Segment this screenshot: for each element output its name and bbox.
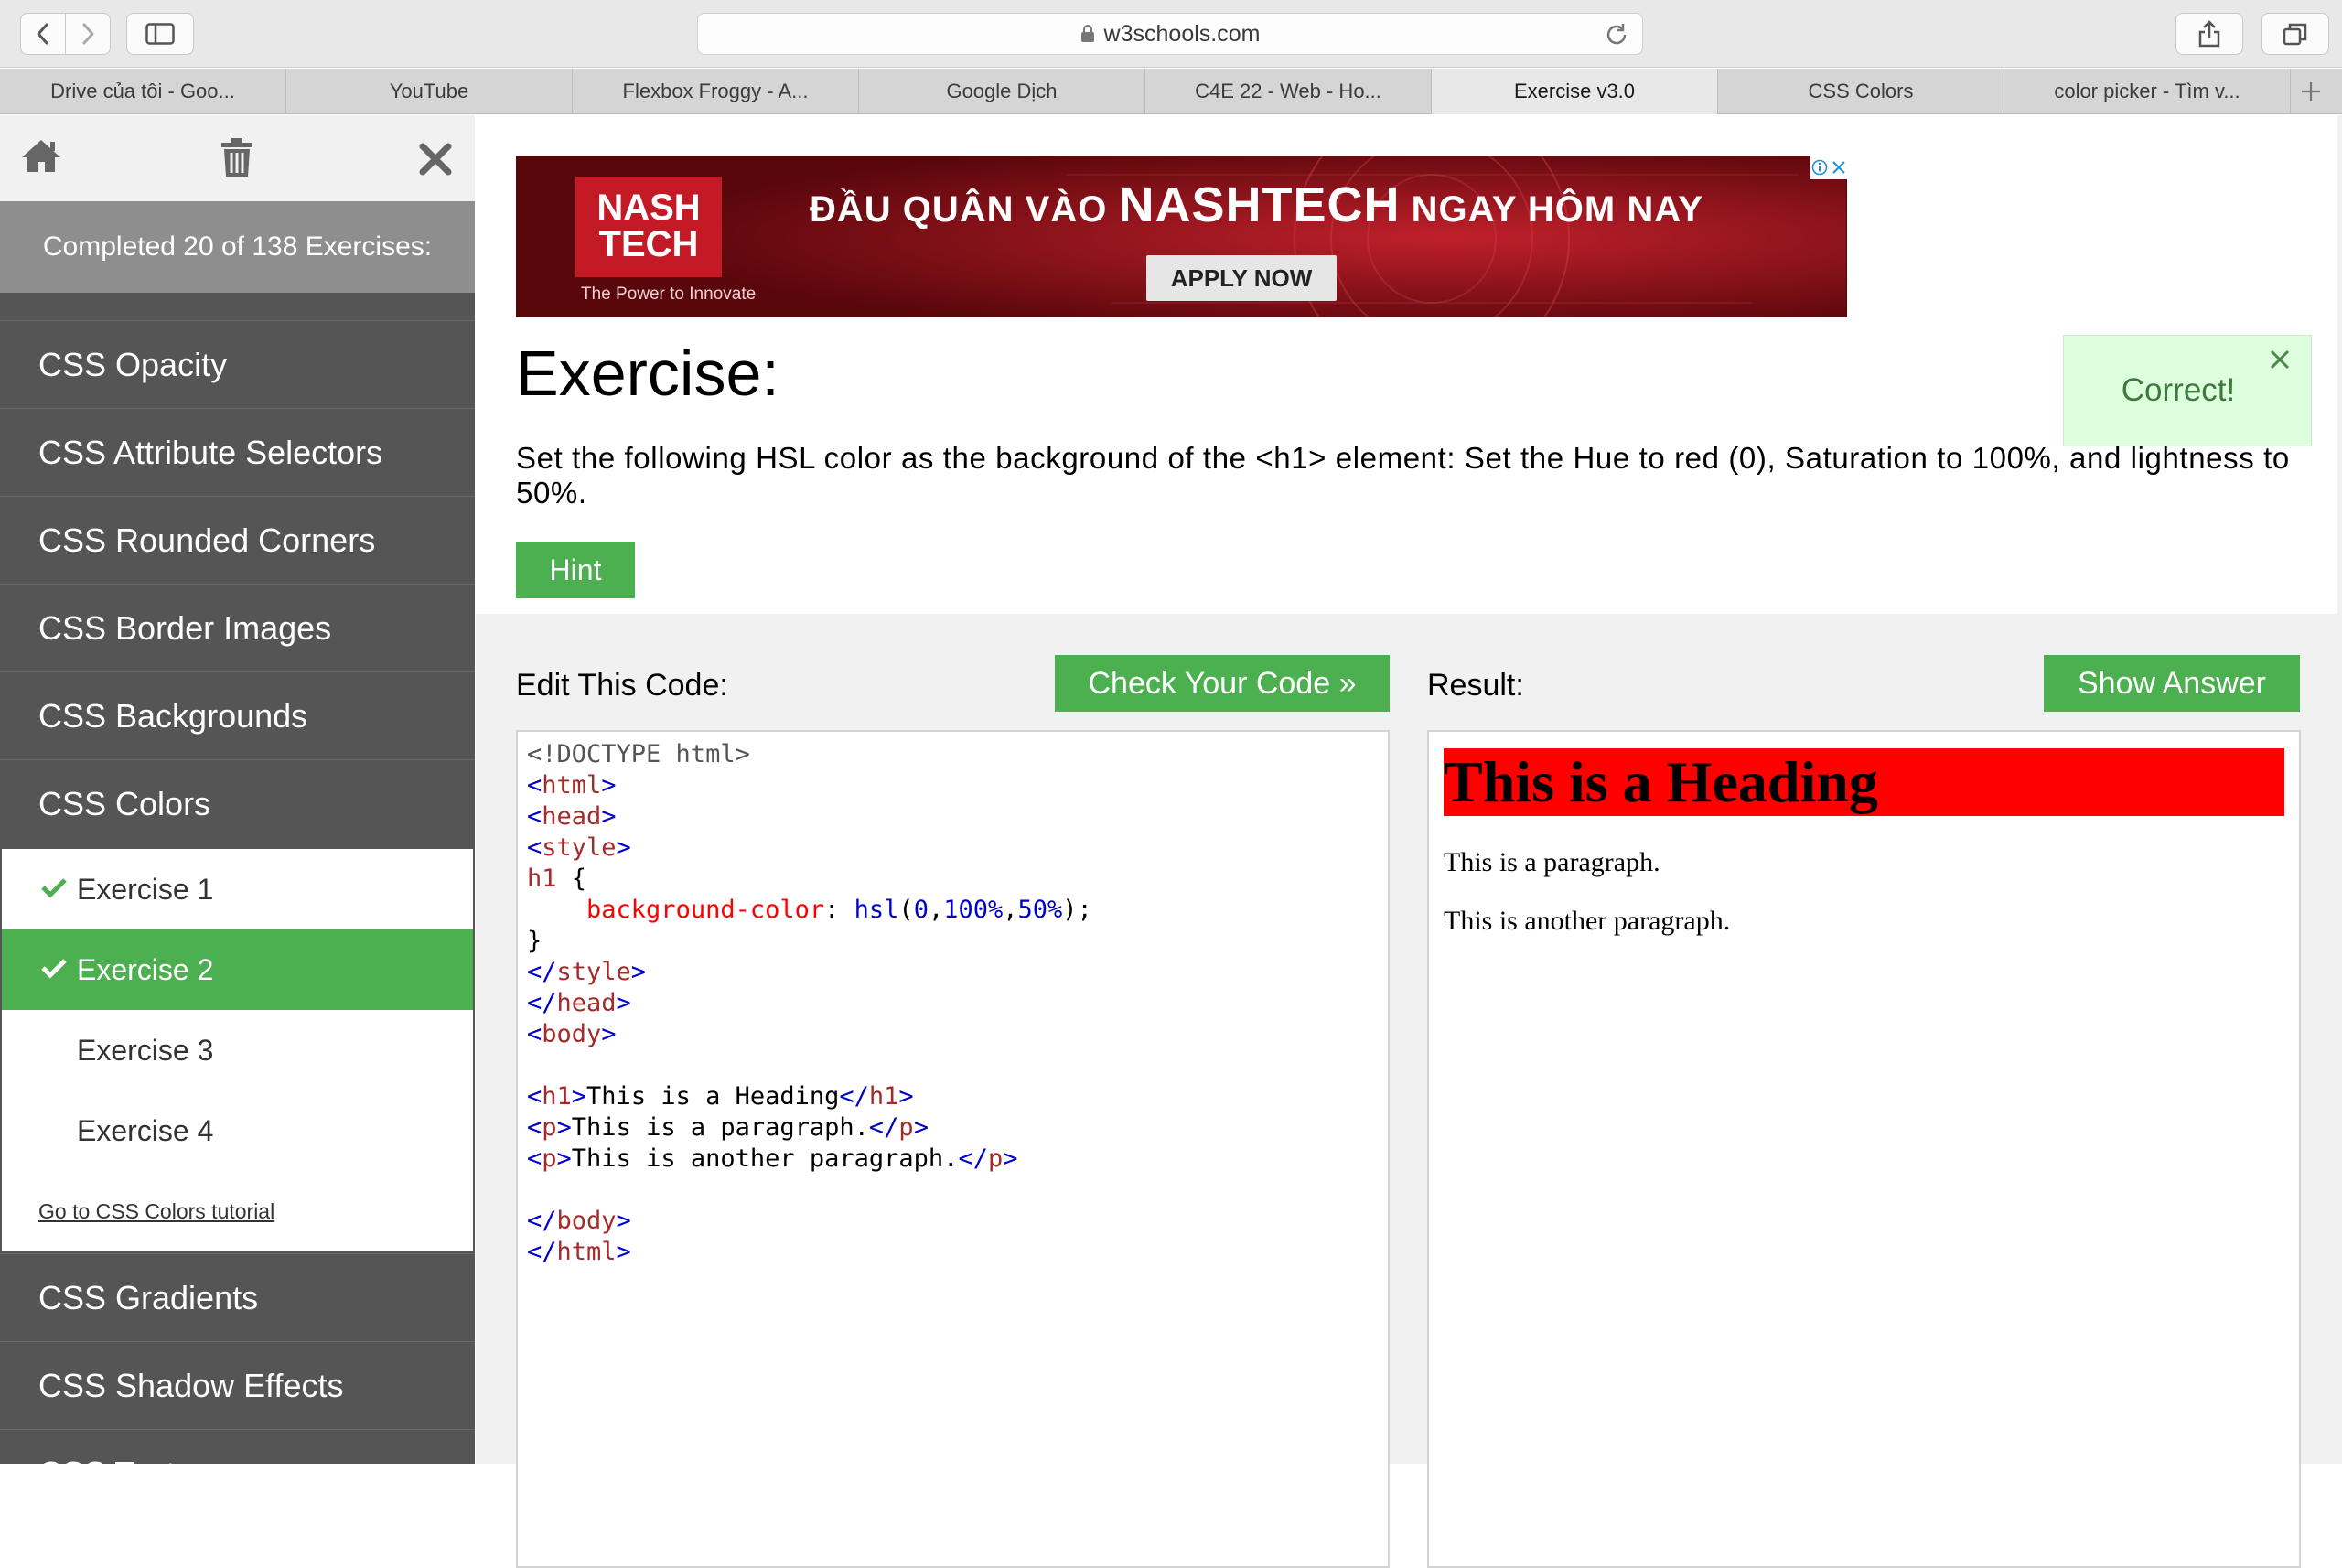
browser-toolbar: w3schools.com	[0, 0, 2342, 68]
hint-button[interactable]: Hint	[516, 542, 635, 598]
code-saturation: 100%	[943, 896, 1004, 924]
home-icon[interactable]	[20, 137, 62, 174]
show-tabs-button[interactable]	[2261, 13, 2329, 55]
share-button[interactable]	[2175, 13, 2243, 55]
tab-css-colors[interactable]: CSS Colors	[1718, 69, 2004, 114]
sidebar-item-css-colors[interactable]: CSS Colors	[0, 759, 475, 847]
reload-icon[interactable]	[1604, 22, 1629, 48]
correct-feedback: Correct!	[2063, 335, 2312, 446]
result-paragraph-2: This is another paragraph.	[1444, 906, 1731, 936]
main-content: NASH TECH The Power to Innovate ĐẦU QUÂN…	[476, 115, 2342, 1568]
url-text: w3schools.com	[1103, 20, 1261, 47]
new-tab-button[interactable]	[2291, 69, 2331, 114]
ad-close-icon[interactable]	[1832, 160, 1846, 175]
close-icon[interactable]	[2269, 349, 2291, 371]
tab-color-picker[interactable]: color picker - Tìm v...	[2004, 69, 2291, 114]
ad-tagline: The Power to Innovate	[581, 285, 757, 304]
sidebar-item-css-backgrounds[interactable]: CSS Backgrounds	[0, 671, 475, 759]
lock-icon	[1080, 25, 1094, 42]
sidebar-item-css-shadow-effects[interactable]: CSS Shadow Effects	[0, 1341, 475, 1429]
tab-flexbox-froggy[interactable]: Flexbox Froggy - A...	[573, 69, 859, 114]
result-paragraph-1: This is a paragraph.	[1444, 847, 1660, 877]
chevron-left-icon	[37, 23, 48, 45]
nashtech-logo: NASH TECH	[575, 177, 722, 277]
tab-exercise[interactable]: Exercise v3.0	[1432, 69, 1718, 114]
code-lightness: 50%	[1017, 896, 1063, 924]
sidebar-toggle-button[interactable]	[126, 13, 194, 55]
exercise-title: Exercise:	[516, 338, 779, 409]
tab-drive[interactable]: Drive của tôi - Goo...	[0, 69, 286, 114]
tutorial-link[interactable]: Go to CSS Colors tutorial	[2, 1171, 473, 1251]
sidebar-toolbar	[0, 115, 475, 201]
sidebar-item-css-text[interactable]: CSS Text	[0, 1429, 475, 1464]
apply-now-button[interactable]: APPLY NOW	[1146, 255, 1337, 301]
exercise-item-3[interactable]: Exercise 3	[2, 1010, 473, 1090]
code-hue: 0	[913, 896, 929, 924]
forward-button[interactable]	[65, 13, 111, 55]
sidebar-item-css-gradients[interactable]: CSS Gradients	[0, 1253, 475, 1341]
result-heading: This is a Heading	[1444, 748, 2284, 816]
code-property: background-color	[586, 896, 825, 924]
check-code-button[interactable]: Check Your Code »	[1055, 655, 1390, 712]
exercise-progress: Completed 20 of 138 Exercises:	[0, 201, 475, 293]
exercise-question: Set the following HSL color as the backg…	[516, 441, 2290, 510]
tab-google-translate[interactable]: Google Dịch	[859, 69, 1145, 114]
exercise-sidebar: Completed 20 of 138 Exercises: CSS Opaci…	[0, 115, 475, 1464]
share-icon	[2198, 20, 2220, 48]
show-answer-button[interactable]: Show Answer	[2044, 655, 2300, 712]
exercise-item-1[interactable]: Exercise 1	[2, 849, 473, 929]
close-icon[interactable]	[419, 143, 452, 176]
code-editor[interactable]: <!DOCTYPE html> <html> <head> <style> h1…	[516, 730, 1390, 1568]
exercise-label: Exercise 1	[77, 872, 214, 906]
ad-banner[interactable]: NASH TECH The Power to Innovate ĐẦU QUÂN…	[516, 156, 1847, 317]
exercise-label: Exercise 2	[77, 952, 214, 986]
exercise-item-4[interactable]: Exercise 4	[2, 1090, 473, 1171]
sidebar-icon	[145, 23, 175, 45]
result-label: Result:	[1427, 668, 1524, 703]
feedback-text: Correct!	[2121, 372, 2236, 408]
back-button[interactable]	[20, 13, 66, 55]
plus-icon	[2302, 82, 2320, 101]
tab-c4e-web[interactable]: C4E 22 - Web - Ho...	[1145, 69, 1432, 114]
tab-bar: Drive của tôi - Goo... YouTube Flexbox F…	[0, 69, 2342, 114]
edit-code-label: Edit This Code:	[516, 668, 728, 703]
ad-headline: ĐẦU QUÂN VÀO NASHTECH NGAY HÔM NAY	[810, 177, 1704, 232]
sidebar-item-css-attribute-selectors[interactable]: CSS Attribute Selectors	[0, 408, 475, 496]
chevron-right-icon	[82, 23, 94, 45]
ad-controls	[1810, 156, 1847, 179]
code-selector: h1	[527, 865, 557, 893]
checkmark-icon	[41, 878, 67, 898]
exercise-item-2[interactable]: Exercise 2	[2, 929, 473, 1010]
sidebar-item-css-opacity[interactable]: CSS Opacity	[0, 320, 475, 408]
ad-info-icon[interactable]	[1811, 159, 1828, 176]
result-frame: This is a Heading This is a paragraph. T…	[1427, 730, 2301, 1568]
address-bar[interactable]: w3schools.com	[697, 13, 1643, 55]
tab-youtube[interactable]: YouTube	[286, 69, 573, 114]
tabs-overview-icon	[2283, 23, 2307, 46]
sidebar-item-css-border-images[interactable]: CSS Border Images	[0, 584, 475, 671]
exercise-list: Exercise 1 Exercise 2 Exercise 3 Exercis…	[0, 847, 475, 1253]
code-doctype: <!DOCTYPE html>	[527, 740, 750, 768]
exercise-label: Exercise 3	[77, 1033, 214, 1067]
checkmark-icon	[41, 959, 67, 979]
trash-icon[interactable]	[220, 137, 254, 177]
exercise-label: Exercise 4	[77, 1113, 214, 1147]
sidebar-item-css-rounded-corners[interactable]: CSS Rounded Corners	[0, 496, 475, 584]
